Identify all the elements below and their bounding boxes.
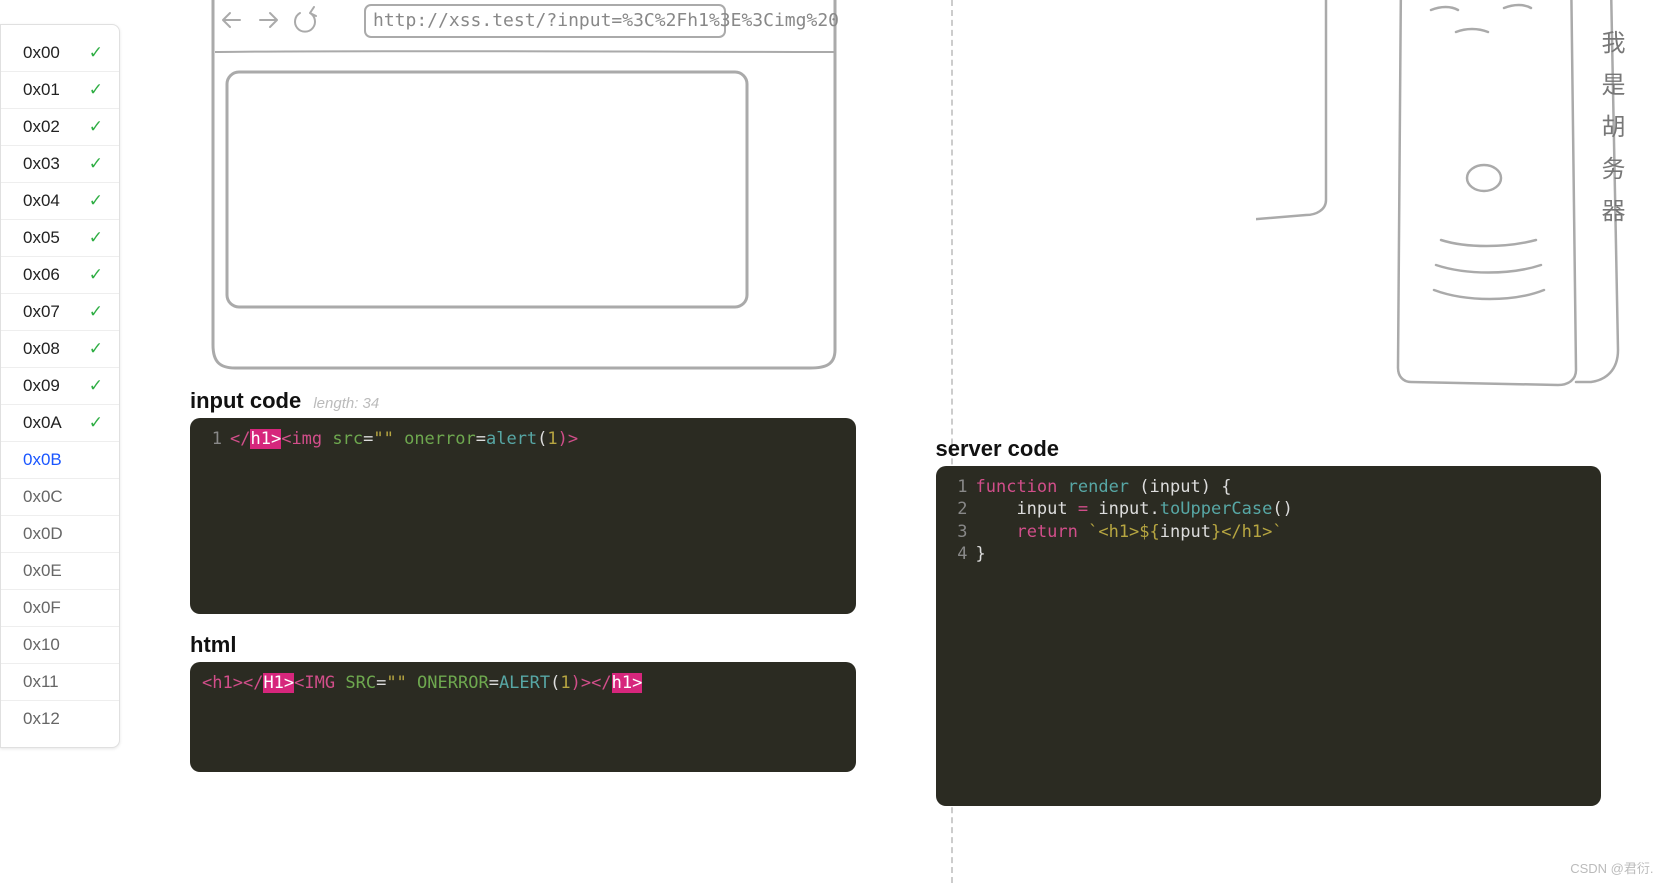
level-label: 0x0A [23, 413, 62, 433]
server-code-title: server code [936, 436, 1602, 462]
server-code-label: server code [936, 436, 1060, 461]
level-label: 0x04 [23, 191, 60, 211]
level-label: 0x06 [23, 265, 60, 285]
length-label: length: 34 [313, 395, 379, 412]
left-column: http://xss.test/?input=%3C%2Fh1%3E%3Cimg… [190, 0, 856, 883]
level-item-0x0E[interactable]: 0x0E [1, 553, 119, 590]
check-icon: ✓ [89, 302, 103, 322]
check-icon: ✓ [89, 339, 103, 359]
back-icon [223, 13, 240, 27]
level-item-0x09[interactable]: 0x09 ✓ [1, 368, 119, 405]
check-icon: ✓ [89, 154, 103, 174]
level-item-0x05[interactable]: 0x05 ✓ [1, 220, 119, 257]
server-sketch: 我是胡务器 [1256, 0, 1626, 400]
input-code-title: input code length: 34 [190, 388, 856, 414]
level-item-0x02[interactable]: 0x02 ✓ [1, 109, 119, 146]
main-area: http://xss.test/?input=%3C%2Fh1%3E%3Cimg… [120, 0, 1671, 883]
level-item-0x08[interactable]: 0x08 ✓ [1, 331, 119, 368]
level-item-0x12[interactable]: 0x12 [1, 701, 119, 737]
level-item-0x0A[interactable]: 0x0A ✓ [1, 405, 119, 442]
check-icon: ✓ [89, 43, 103, 63]
level-item-0x0B[interactable]: 0x0B [1, 442, 119, 479]
level-label: 0x0C [23, 487, 63, 507]
level-label: 0x08 [23, 339, 60, 359]
browser-sketch: http://xss.test/?input=%3C%2Fh1%3E%3Cimg… [195, 0, 856, 370]
right-column: 我是胡务器 server code 1function render (inpu… [936, 0, 1602, 883]
check-icon: ✓ [89, 191, 103, 211]
level-item-0x10[interactable]: 0x10 [1, 627, 119, 664]
level-label: 0x03 [23, 154, 60, 174]
level-label: 0x07 [23, 302, 60, 322]
level-label: 0x0D [23, 524, 63, 544]
level-label: 0x0F [23, 598, 61, 618]
level-label: 0x05 [23, 228, 60, 248]
watermark: CSDN @君衍.⠀ [1570, 858, 1663, 877]
check-icon: ✓ [89, 228, 103, 248]
check-icon: ✓ [89, 117, 103, 137]
level-label: 0x00 [23, 43, 60, 63]
level-label: 0x01 [23, 80, 60, 100]
level-label: 0x12 [23, 709, 60, 729]
check-icon: ✓ [89, 80, 103, 100]
level-item-0x04[interactable]: 0x04 ✓ [1, 183, 119, 220]
server-label: 我是胡务器 [1593, 30, 1628, 240]
refresh-icon [295, 7, 316, 32]
html-label: html [190, 632, 236, 657]
html-panel: <h1></H1><IMG SRC="" ONERROR=ALERT(1)></… [190, 662, 856, 772]
url-text[interactable]: http://xss.test/?input=%3C%2Fh1%3E%3Cimg… [373, 10, 839, 31]
input-code-panel[interactable]: 1</h1><img src="" onerror=alert(1)> [190, 418, 856, 614]
level-label: 0x0B [23, 450, 62, 470]
level-item-0x0D[interactable]: 0x0D [1, 516, 119, 553]
level-sidebar: 0x00 ✓ 0x01 ✓ 0x02 ✓ 0x03 ✓ 0x04 ✓ 0x05 ✓ 0x06 ✓ 0x07 ✓… [0, 24, 120, 748]
level-label: 0x10 [23, 635, 60, 655]
level-item-0x06[interactable]: 0x06 ✓ [1, 257, 119, 294]
level-item-0x00[interactable]: 0x00 ✓ [1, 35, 119, 72]
check-icon: ✓ [89, 413, 103, 433]
level-item-0x07[interactable]: 0x07 ✓ [1, 294, 119, 331]
level-label: 0x0E [23, 561, 62, 581]
level-label: 0x09 [23, 376, 60, 396]
check-icon: ✓ [89, 376, 103, 396]
level-item-0x0C[interactable]: 0x0C [1, 479, 119, 516]
level-item-0x0F[interactable]: 0x0F [1, 590, 119, 627]
check-icon: ✓ [89, 265, 103, 285]
level-label: 0x11 [23, 672, 59, 692]
level-item-0x11[interactable]: 0x11 [1, 664, 119, 701]
level-item-0x01[interactable]: 0x01 ✓ [1, 72, 119, 109]
server-code-panel: 1function render (input) { 2 input = inp… [936, 466, 1602, 806]
level-label: 0x02 [23, 117, 60, 137]
forward-icon [260, 13, 277, 27]
input-code-label: input code [190, 388, 301, 413]
html-title: html [190, 632, 856, 658]
level-item-0x03[interactable]: 0x03 ✓ [1, 146, 119, 183]
